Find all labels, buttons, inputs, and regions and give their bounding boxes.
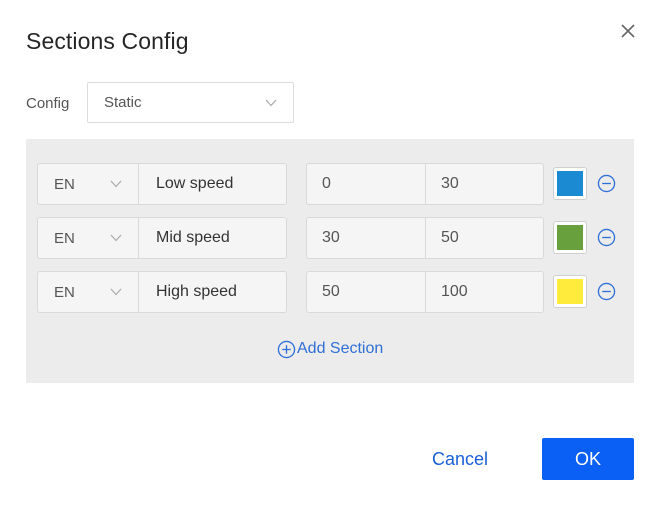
section-range: 0 30 — [306, 163, 544, 205]
chevron-down-icon — [110, 234, 122, 242]
language-value: EN — [54, 175, 75, 193]
language-select[interactable]: EN — [37, 217, 139, 259]
ok-button[interactable]: OK — [542, 438, 634, 480]
section-range: 50 100 — [306, 271, 544, 313]
section-row: EN Mid speed 30 50 — [37, 217, 627, 259]
range-divider — [425, 272, 426, 312]
cancel-button[interactable]: Cancel — [424, 438, 496, 480]
language-value: EN — [54, 229, 75, 247]
close-icon[interactable] — [619, 22, 637, 40]
language-select[interactable]: EN — [37, 163, 139, 205]
config-select-value: Static — [104, 94, 142, 111]
section-range: 30 50 — [306, 217, 544, 259]
color-picker[interactable] — [553, 167, 587, 200]
range-min-input[interactable]: 50 — [322, 272, 340, 312]
color-picker[interactable] — [553, 221, 587, 254]
chevron-down-icon — [110, 180, 122, 188]
remove-circle-icon[interactable] — [597, 228, 616, 247]
add-section-label: Add Section — [297, 340, 384, 357]
color-picker[interactable] — [553, 275, 587, 308]
config-select[interactable]: Static — [87, 82, 294, 123]
color-swatch — [557, 225, 583, 250]
section-name-input[interactable]: Mid speed — [138, 217, 287, 259]
range-min-input[interactable]: 0 — [322, 164, 331, 204]
remove-circle-icon[interactable] — [597, 282, 616, 301]
dialog-title: Sections Config — [26, 28, 189, 54]
add-circle-icon — [277, 340, 296, 358]
color-swatch — [557, 279, 583, 304]
section-row: EN High speed 50 100 — [37, 271, 627, 313]
chevron-down-icon — [110, 288, 122, 296]
remove-circle-icon[interactable] — [597, 174, 616, 193]
section-row: EN Low speed 0 30 — [37, 163, 627, 205]
range-min-input[interactable]: 30 — [322, 218, 340, 258]
range-divider — [425, 218, 426, 258]
language-select[interactable]: EN — [37, 271, 139, 313]
range-max-input[interactable]: 100 — [441, 272, 468, 312]
section-name-input[interactable]: Low speed — [138, 163, 287, 205]
config-label: Config — [26, 95, 70, 112]
range-divider — [425, 164, 426, 204]
chevron-down-icon — [265, 99, 277, 107]
range-max-input[interactable]: 50 — [441, 218, 459, 258]
section-name-input[interactable]: High speed — [138, 271, 287, 313]
color-swatch — [557, 171, 583, 196]
language-value: EN — [54, 283, 75, 301]
add-section-button[interactable]: Add Section — [277, 339, 383, 359]
range-max-input[interactable]: 30 — [441, 164, 459, 204]
